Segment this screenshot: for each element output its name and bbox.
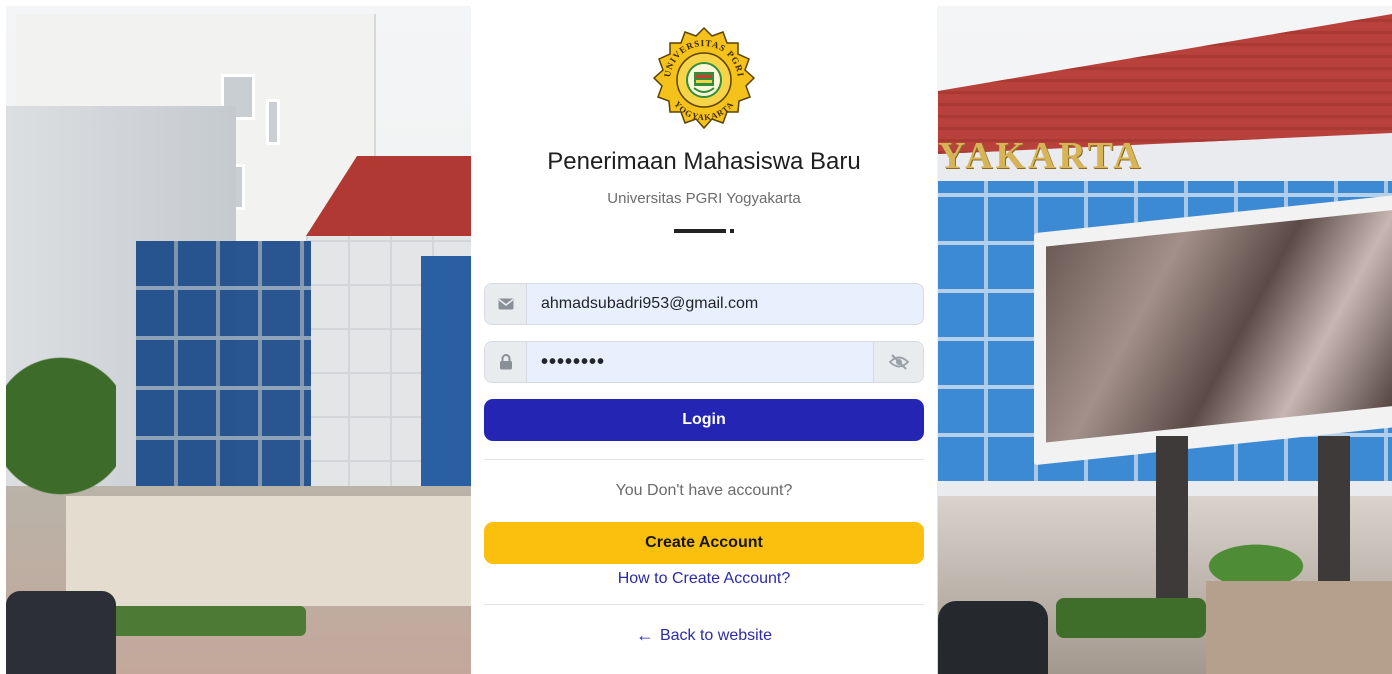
page-title: Penerimaan Mahasiswa Baru	[547, 148, 861, 175]
emblem-book	[694, 72, 714, 86]
glass-facade-left	[136, 241, 311, 486]
window	[266, 99, 280, 145]
password-input[interactable]: ••••••••	[527, 342, 873, 382]
no-account-prompt: You Don't have account?	[615, 482, 793, 499]
red-roof-right	[938, 14, 1392, 154]
hedge	[1056, 598, 1206, 638]
building-sign: YAKARTA	[938, 135, 1144, 177]
arrow-left-icon: ←	[635, 625, 654, 645]
password-field[interactable]: ••••••••	[484, 341, 924, 383]
page-subtitle: Universitas PGRI Yogyakarta	[607, 190, 801, 207]
envelope-icon	[485, 284, 527, 324]
login-card: UNIVERSITAS PGRI YOGYAKARTA Penerimaan M…	[471, 6, 937, 674]
tree	[6, 336, 116, 536]
billboard-pillar	[1156, 436, 1188, 606]
university-logo: UNIVERSITAS PGRI YOGYAKARTA	[652, 26, 756, 130]
lock-icon	[485, 342, 527, 382]
title-divider	[674, 229, 734, 233]
parked-car	[938, 601, 1048, 674]
hedge	[106, 606, 306, 636]
how-to-create-account-link[interactable]: How to Create Account?	[618, 570, 791, 588]
parked-car	[6, 591, 116, 674]
back-to-website-link[interactable]: ← Back to website	[636, 625, 772, 646]
login-button[interactable]: Login	[484, 399, 924, 441]
planter	[1206, 581, 1392, 674]
create-account-button[interactable]: Create Account	[484, 522, 924, 564]
glass-facade-middle	[421, 256, 476, 496]
billboard-screen	[1046, 209, 1392, 443]
back-label: Back to website	[659, 626, 773, 644]
separator	[484, 459, 924, 460]
lower-floor-left	[66, 496, 476, 606]
eye-slash-icon[interactable]	[873, 342, 923, 382]
email-field[interactable]: ahmadsubadri953@gmail.com	[484, 283, 924, 325]
email-input[interactable]: ahmadsubadri953@gmail.com	[527, 284, 923, 324]
separator	[484, 604, 924, 605]
